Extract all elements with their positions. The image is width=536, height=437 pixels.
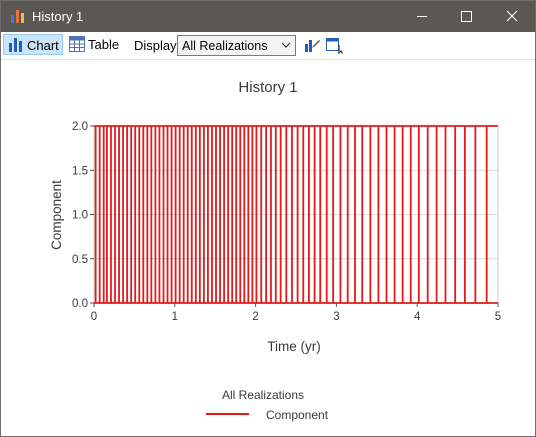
legend-label-component: Component — [266, 408, 329, 422]
window-title: History 1 — [32, 9, 84, 24]
chart-app-icon — [11, 10, 24, 23]
close-button[interactable] — [489, 1, 534, 32]
y-axis-ticks: 0.0 0.5 1.0 1.5 2.0 — [72, 121, 94, 310]
chart-view-label: Chart — [27, 38, 59, 53]
title-bar[interactable]: History 1 — [1, 1, 535, 32]
chart-area: History 1 0.0 0.5 1.0 1.5 2.0 0 1 2 3 4 5 Compone… — [49, 79, 501, 422]
display-select[interactable]: All Realizations — [177, 35, 296, 56]
toolbar: Chart Table Display: All Realizations — [1, 32, 535, 60]
y-tick-label: 0.0 — [72, 298, 88, 310]
maximize-icon — [461, 11, 472, 22]
display-select-value: All Realizations — [182, 39, 268, 53]
x-tick-label: 2 — [252, 311, 258, 323]
y-tick-label: 1.5 — [72, 165, 88, 177]
x-tick-label: 3 — [333, 311, 339, 323]
y-tick-label: 2.0 — [72, 121, 88, 133]
x-tick-label: 5 — [495, 311, 501, 323]
maximize-button[interactable] — [444, 1, 489, 32]
x-axis-label: Time (yr) — [267, 339, 321, 354]
chevron-down-icon — [281, 42, 291, 48]
table-view-label: Table — [88, 37, 120, 52]
y-tick-label: 1.0 — [72, 210, 88, 222]
x-tick-label: 4 — [414, 311, 421, 323]
table-icon — [69, 36, 85, 52]
legend-title: All Realizations — [222, 388, 304, 402]
minimize-icon — [417, 16, 427, 17]
table-view-button[interactable]: Table — [67, 34, 127, 55]
display-label: Display: — [134, 38, 181, 53]
chart-properties-icon[interactable] — [303, 36, 321, 54]
x-tick-label: 0 — [91, 311, 97, 323]
x-tick-label: 1 — [172, 311, 178, 323]
chart-view-button[interactable]: Chart — [3, 34, 63, 55]
bar-chart-icon — [9, 38, 22, 52]
chart-title: History 1 — [238, 79, 297, 96]
close-icon — [506, 10, 518, 22]
history-window: History 1 Chart Table Display: All Reali… — [0, 0, 536, 437]
y-axis-label: Component — [49, 180, 64, 250]
minimize-button[interactable] — [399, 1, 444, 32]
x-axis-ticks: 0 1 2 3 4 5 — [91, 303, 501, 323]
y-tick-label: 0.5 — [72, 254, 88, 266]
window-settings-icon[interactable] — [325, 36, 343, 54]
